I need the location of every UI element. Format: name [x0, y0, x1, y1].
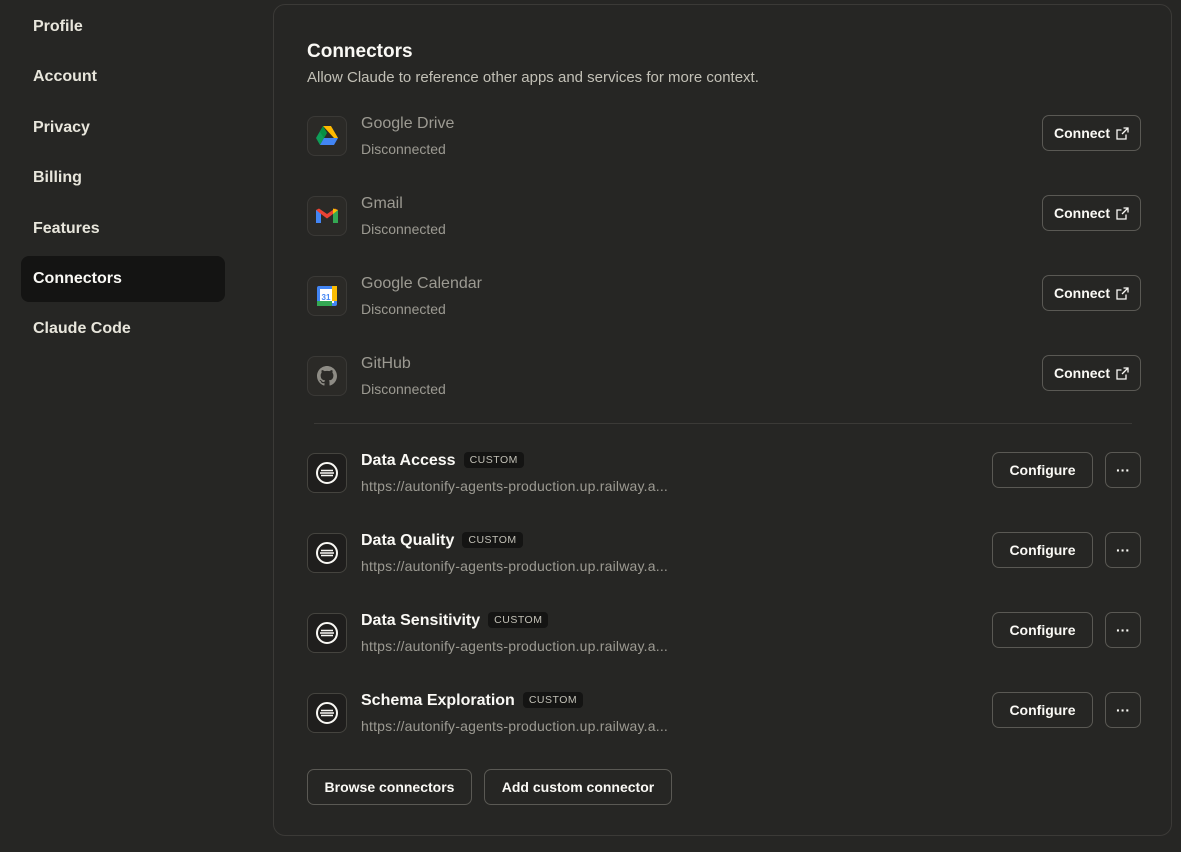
more-options-button[interactable]: ···	[1105, 532, 1141, 568]
sidebar-item-billing[interactable]: Billing	[21, 155, 225, 201]
more-options-button[interactable]: ···	[1105, 692, 1141, 728]
connector-name: GitHub	[361, 355, 411, 372]
custom-connector-icon	[307, 613, 347, 653]
sidebar-item-account[interactable]: Account	[21, 54, 225, 100]
connector-url: https://autonify-agents-production.up.ra…	[361, 558, 669, 574]
more-options-button[interactable]: ···	[1105, 612, 1141, 648]
connector-status: Disconnected	[361, 381, 446, 397]
svg-text:31: 31	[322, 293, 331, 302]
custom-connector-icon	[307, 693, 347, 733]
google-calendar-icon: 31	[307, 276, 347, 316]
connect-button-github[interactable]: Connect	[1042, 355, 1141, 391]
external-link-icon	[1116, 286, 1129, 300]
browse-connectors-button[interactable]: Browse connectors	[307, 769, 472, 805]
connect-label: Connect	[1054, 365, 1110, 381]
connector-status: Disconnected	[361, 301, 446, 317]
github-icon	[307, 356, 347, 396]
connector-name-text: Data Quality	[361, 532, 455, 549]
connector-url: https://autonify-agents-production.up.ra…	[361, 718, 669, 734]
connector-name: Data Sensitivity CUSTOM	[361, 612, 549, 630]
more-options-button[interactable]: ···	[1105, 452, 1141, 488]
connector-name: Data Access CUSTOM	[361, 452, 524, 470]
external-link-icon	[1116, 366, 1129, 380]
custom-connector-icon	[307, 453, 347, 493]
page-title: Connectors	[307, 41, 413, 62]
configure-button-data-sensitivity[interactable]: Configure	[992, 612, 1093, 648]
custom-badge: CUSTOM	[462, 532, 523, 548]
connect-label: Connect	[1054, 125, 1110, 141]
connector-name: Google Calendar	[361, 275, 482, 292]
connector-row-data-access: Data Access CUSTOM https://autonify-agent…	[307, 452, 1141, 502]
page-subtitle: Allow Claude to reference other apps and…	[307, 69, 759, 86]
connector-name-text: Data Access	[361, 452, 456, 469]
section-divider	[314, 423, 1132, 424]
sidebar-item-features[interactable]: Features	[21, 206, 225, 252]
custom-badge: CUSTOM	[463, 452, 524, 468]
connector-status: Disconnected	[361, 221, 446, 237]
connect-button-google-drive[interactable]: Connect	[1042, 115, 1141, 151]
connect-button-google-calendar[interactable]: Connect	[1042, 275, 1141, 311]
connectors-panel: Connectors Allow Claude to reference oth…	[273, 4, 1172, 836]
sidebar-item-privacy[interactable]: Privacy	[21, 105, 225, 151]
external-link-icon	[1116, 126, 1129, 140]
sidebar-item-claude-code[interactable]: Claude Code	[21, 306, 225, 352]
connector-name-text: Schema Exploration	[361, 692, 515, 709]
connector-row-data-quality: Data Quality CUSTOM https://autonify-agen…	[307, 532, 1141, 582]
gmail-icon	[307, 196, 347, 236]
configure-button-schema-exploration[interactable]: Configure	[992, 692, 1093, 728]
connector-status: Disconnected	[361, 141, 446, 157]
sidebar-item-profile[interactable]: Profile	[21, 4, 225, 50]
connector-url: https://autonify-agents-production.up.ra…	[361, 478, 669, 494]
connector-row-gmail: Gmail Disconnected Connect	[307, 195, 1141, 245]
external-link-icon	[1116, 206, 1129, 220]
connector-row-google-calendar: 31 Google Calendar Disconnected Connect	[307, 275, 1141, 325]
configure-button-data-access[interactable]: Configure	[992, 452, 1093, 488]
connector-name-text: Data Sensitivity	[361, 612, 481, 629]
configure-button-data-quality[interactable]: Configure	[992, 532, 1093, 568]
connector-row-google-drive: Google Drive Disconnected Connect	[307, 115, 1141, 165]
connect-label: Connect	[1054, 285, 1110, 301]
connector-name: Schema Exploration CUSTOM	[361, 692, 584, 710]
connector-name: Gmail	[361, 195, 403, 212]
custom-connector-icon	[307, 533, 347, 573]
connect-label: Connect	[1054, 205, 1110, 221]
add-custom-connector-button[interactable]: Add custom connector	[484, 769, 672, 805]
settings-sidebar: Profile Account Privacy Billing Features…	[0, 0, 250, 852]
google-drive-icon	[307, 116, 347, 156]
custom-badge: CUSTOM	[488, 612, 549, 628]
connector-row-github: GitHub Disconnected Connect	[307, 355, 1141, 405]
connector-row-schema-exploration: Schema Exploration CUSTOM https://autonif…	[307, 692, 1141, 742]
sidebar-item-connectors[interactable]: Connectors	[21, 256, 225, 302]
connector-row-data-sensitivity: Data Sensitivity CUSTOM https://autonify-…	[307, 612, 1141, 662]
connector-url: https://autonify-agents-production.up.ra…	[361, 638, 669, 654]
connector-name: Google Drive	[361, 115, 455, 132]
custom-badge: CUSTOM	[522, 692, 584, 708]
connect-button-gmail[interactable]: Connect	[1042, 195, 1141, 231]
connector-name: Data Quality CUSTOM	[361, 532, 523, 550]
